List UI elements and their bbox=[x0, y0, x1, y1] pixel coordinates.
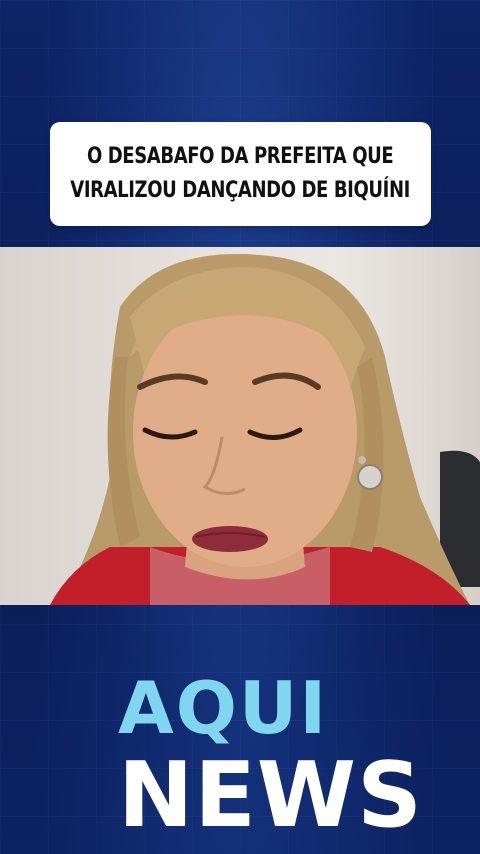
face bbox=[133, 297, 357, 567]
headline-line-2: VIRALIZOU DANÇANDO DE BIQUÍNI bbox=[70, 178, 411, 203]
headline-line-1: O DESABAFO DA PREFEITA QUE bbox=[87, 144, 394, 169]
logo-word-aqui: AQUI bbox=[118, 666, 329, 750]
earring bbox=[357, 464, 383, 490]
video-frame-woman-illustration bbox=[50, 254, 480, 605]
mouth bbox=[192, 526, 268, 552]
logo-word-news: NEWS bbox=[118, 743, 423, 848]
headline-box: O DESABAFO DA PREFEITA QUE VIRALIZOU DAN… bbox=[50, 122, 431, 226]
video-frame[interactable] bbox=[0, 247, 480, 605]
headline-text: O DESABAFO DA PREFEITA QUE VIRALIZOU DAN… bbox=[71, 140, 411, 208]
